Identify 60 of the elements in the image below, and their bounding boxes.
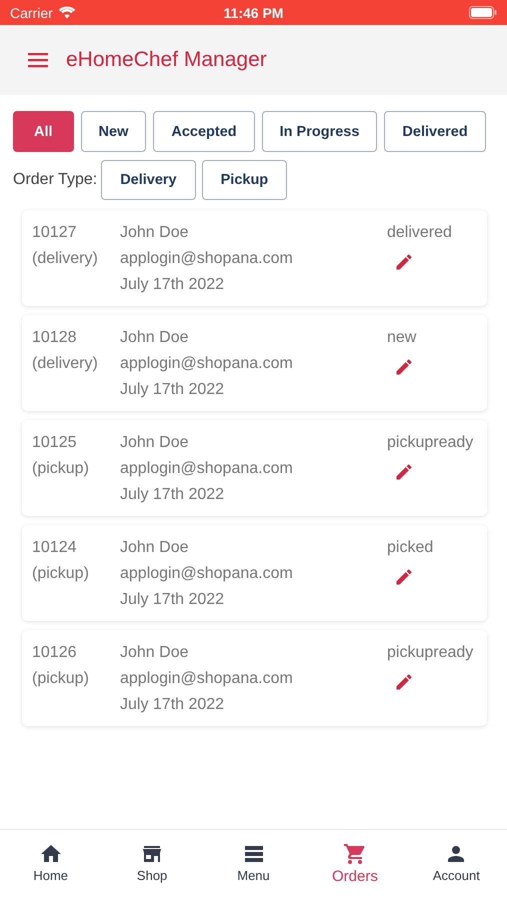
battery-icon: [469, 6, 497, 19]
order-date: July 17th 2022: [120, 275, 226, 295]
nav-tab[interactable]: Orders: [304, 830, 406, 900]
customer-name: John Doe: [120, 223, 190, 243]
order-type-button[interactable]: Pickup: [202, 160, 288, 200]
customer-email: applogin@shopana.com: [120, 249, 294, 269]
pencil-icon[interactable]: [394, 357, 414, 377]
order-type-label: Order Type:: [13, 171, 98, 189]
status-filter-tab[interactable]: All: [13, 111, 74, 152]
order-type: (pickup): [32, 459, 90, 479]
customer-name: John Doe: [120, 433, 190, 453]
order-status: new: [387, 328, 416, 348]
nav-tab[interactable]: Account: [406, 830, 507, 900]
status-filter-tab[interactable]: Delivered: [384, 111, 486, 152]
pencil-icon[interactable]: [394, 462, 414, 482]
order-date: July 17th 2022: [120, 380, 226, 400]
order-id: 10128: [32, 328, 78, 348]
order-card[interactable]: 10124 (pickup) John Doe applogin@shopana.com July 17th 2022 picked: [22, 525, 487, 621]
order-card[interactable]: 10125 (pickup) John Doe applogin@shopana.com July 17th 2022 pickupready: [22, 420, 487, 516]
wifi-icon: [58, 6, 76, 19]
order-date: July 17th 2022: [120, 590, 226, 610]
order-type-button[interactable]: Delivery: [101, 160, 196, 200]
order-status: pickupready: [387, 433, 474, 453]
order-type: (pickup): [32, 669, 90, 689]
customer-email: applogin@shopana.com: [120, 669, 294, 689]
menu-icon[interactable]: [28, 52, 48, 68]
order-card[interactable]: 10127 (delivery) John Doe applogin@shopana.com July 17th 2022 delivered: [22, 210, 487, 306]
order-date: July 17th 2022: [120, 485, 226, 505]
clock-time: 11:46 PM: [224, 4, 284, 20]
order-id: 10126: [32, 643, 78, 663]
customer-name: John Doe: [120, 328, 190, 348]
nav-tab[interactable]: Home: [0, 830, 102, 900]
order-card[interactable]: 10126 (pickup) John Doe applogin@shopana.com July 17th 2022 pickupready: [22, 630, 487, 726]
order-type: (delivery): [32, 354, 99, 374]
customer-email: applogin@shopana.com: [120, 354, 294, 374]
nav-tab[interactable]: Shop: [101, 830, 203, 900]
order-type: (pickup): [32, 564, 90, 584]
status-filter-tab[interactable]: New: [80, 111, 146, 152]
order-type: (delivery): [32, 249, 99, 269]
customer-name: John Doe: [120, 538, 190, 558]
order-id: 10125: [32, 433, 78, 453]
order-id: 10127: [32, 223, 78, 243]
customer-email: applogin@shopana.com: [120, 564, 294, 584]
customer-email: applogin@shopana.com: [120, 459, 294, 479]
status-filter-tab[interactable]: In Progress: [262, 111, 378, 152]
pencil-icon[interactable]: [394, 252, 414, 272]
customer-name: John Doe: [120, 643, 190, 663]
order-date: July 17th 2022: [120, 695, 226, 715]
cart-icon: [342, 842, 367, 866]
nav-tab[interactable]: Menu: [202, 830, 304, 900]
order-status: picked: [387, 538, 434, 558]
order-card[interactable]: 10128 (delivery) John Doe applogin@shopana.com July 17th 2022 new: [22, 315, 487, 411]
order-status: pickupready: [387, 643, 474, 663]
carrier-name: Carrier: [10, 4, 53, 20]
status-filter-tab[interactable]: Accepted: [153, 111, 255, 152]
pencil-icon[interactable]: [394, 672, 414, 692]
order-id: 10124: [32, 538, 78, 558]
pencil-icon[interactable]: [394, 567, 414, 587]
order-status: delivered: [387, 223, 452, 243]
app-title: eHomeChef Manager: [66, 48, 267, 72]
